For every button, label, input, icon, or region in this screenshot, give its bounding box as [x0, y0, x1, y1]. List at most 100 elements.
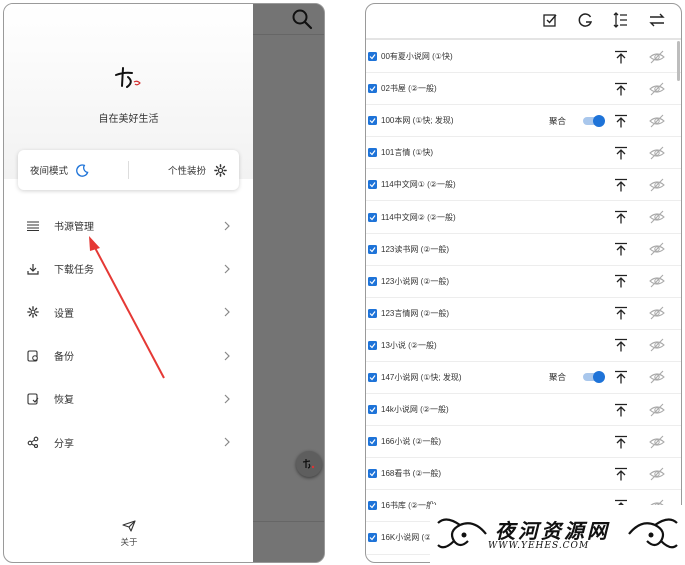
floating-logo-button[interactable]: [296, 451, 322, 477]
menu-item-restore[interactable]: 恢复: [4, 377, 253, 420]
source-row[interactable]: 00有夏小说网 (①快): [366, 41, 681, 74]
source-name: 166小说 (②一般): [381, 437, 442, 447]
source-row[interactable]: 114中文网① (②一般): [366, 169, 681, 202]
eye-off-icon[interactable]: [649, 337, 665, 353]
night-mode-toggle[interactable]: 夜间模式: [18, 150, 128, 190]
eye-off-icon[interactable]: [649, 369, 665, 385]
source-row[interactable]: 14k小说网 (②一般): [366, 394, 681, 427]
chevron-right-icon: [224, 394, 230, 404]
eye-off-icon[interactable]: [649, 241, 665, 257]
move-to-top-icon[interactable]: [614, 403, 628, 417]
source-name: 14k小说网 (②一般): [381, 405, 449, 415]
move-to-top-icon[interactable]: [614, 467, 628, 481]
g-icon[interactable]: [576, 11, 594, 29]
source-row[interactable]: 100本网 (①快; 发现) 聚合: [366, 105, 681, 138]
source-checkbox[interactable]: [368, 405, 377, 415]
eye-off-icon[interactable]: [649, 145, 665, 161]
source-row[interactable]: 168看书 (②一般): [366, 458, 681, 491]
source-row[interactable]: 123小说网 (②一般): [366, 266, 681, 298]
right-phone-screen: 00有夏小说网 (①快) 02书屋 (②一般) 100本网 (①快; 发现) 聚合 10…: [365, 3, 682, 563]
move-to-top-icon[interactable]: [614, 338, 628, 352]
source-checkbox[interactable]: [368, 437, 377, 447]
sort-icon[interactable]: [611, 11, 629, 29]
chevron-right-icon: [224, 264, 230, 274]
backup-icon: [26, 349, 40, 363]
source-checkbox[interactable]: [368, 52, 377, 62]
source-checkbox[interactable]: [368, 308, 377, 318]
eye-off-icon[interactable]: [649, 209, 665, 225]
source-row[interactable]: 123言情网 (②一般): [366, 298, 681, 330]
move-to-top-icon[interactable]: [614, 178, 628, 192]
move-to-top-icon[interactable]: [614, 210, 628, 224]
eye-off-icon[interactable]: [649, 402, 665, 418]
menu-item-source-management[interactable]: 书源管理: [4, 204, 253, 247]
about-button[interactable]: 关于: [112, 520, 146, 548]
move-to-top-icon[interactable]: [614, 50, 628, 64]
check-icon: [369, 310, 376, 317]
check-icon: [369, 375, 376, 381]
eye-off-icon[interactable]: [649, 466, 665, 482]
move-to-top-icon[interactable]: [614, 146, 628, 160]
drawer-slogan: 自在美好生活: [98, 114, 159, 125]
eye-off-icon[interactable]: [649, 113, 665, 129]
source-checkbox[interactable]: [368, 116, 377, 126]
source-row[interactable]: 166小说 (②一般): [366, 426, 681, 459]
source-checkbox[interactable]: [368, 533, 377, 543]
left-phone-screen: 自在美好生活 夜间模式 个性装扮 书源管理 下载任务 设置 备份 恢复 分享 关…: [3, 3, 325, 563]
check-icon: [369, 86, 376, 92]
move-to-top-icon[interactable]: [614, 306, 628, 320]
move-to-top-icon[interactable]: [614, 82, 628, 96]
navigation-drawer: 自在美好生活 夜间模式 个性装扮 书源管理 下载任务 设置 备份 恢复 分享 关…: [4, 4, 253, 562]
check-icon: [369, 54, 376, 60]
move-to-top-icon[interactable]: [614, 114, 628, 128]
eye-off-icon[interactable]: [649, 49, 665, 65]
move-to-top-icon[interactable]: [614, 274, 628, 288]
source-checkbox[interactable]: [368, 501, 377, 511]
eye-off-icon[interactable]: [649, 177, 665, 193]
move-to-top-icon[interactable]: [614, 435, 628, 449]
menu-item-settings[interactable]: 设置: [4, 291, 253, 334]
source-checkbox[interactable]: [368, 372, 377, 382]
eye-off-icon[interactable]: [649, 434, 665, 450]
scrollbar[interactable]: [677, 41, 680, 81]
search-icon[interactable]: [291, 8, 313, 30]
menu-item-share[interactable]: 分享: [4, 420, 253, 463]
source-row[interactable]: 123读书网 (②一般): [366, 234, 681, 266]
source-row[interactable]: 101言情 (①快): [366, 137, 681, 170]
check-icon: [369, 407, 376, 413]
background-app-overlay[interactable]: [253, 4, 324, 562]
menu-item-backup[interactable]: 备份: [4, 334, 253, 377]
source-checkbox[interactable]: [368, 469, 377, 479]
aggregate-toggle[interactable]: [583, 114, 605, 127]
swap-icon[interactable]: [648, 11, 666, 29]
check-icon: [369, 439, 376, 445]
source-name: 101言情 (①快): [381, 148, 434, 158]
chevron-right-icon: [224, 221, 230, 231]
eye-off-icon[interactable]: [649, 273, 665, 289]
menu-item-label: 书源管理: [54, 222, 94, 234]
move-to-top-icon[interactable]: [614, 242, 628, 256]
eye-off-icon[interactable]: [649, 81, 665, 97]
send-icon: [122, 520, 136, 532]
source-checkbox[interactable]: [368, 276, 377, 286]
source-checkbox[interactable]: [368, 84, 377, 94]
theme-button[interactable]: 个性装扮: [129, 150, 239, 190]
source-checkbox[interactable]: [368, 212, 377, 222]
source-name: 123言情网 (②一般): [381, 308, 450, 318]
source-row[interactable]: 13小说 (②一般): [366, 330, 681, 362]
aggregate-label: 聚合: [549, 115, 567, 126]
source-row[interactable]: 147小说网 (①快; 发现) 聚合: [366, 362, 681, 395]
move-to-top-icon[interactable]: [614, 370, 628, 384]
eye-off-icon[interactable]: [649, 305, 665, 321]
source-checkbox[interactable]: [368, 244, 377, 254]
menu-item-download-tasks[interactable]: 下载任务: [4, 247, 253, 290]
checkbox-edit-icon[interactable]: [541, 11, 559, 29]
source-row[interactable]: 02书屋 (②一般): [366, 73, 681, 106]
source-list: 00有夏小说网 (①快) 02书屋 (②一般) 100本网 (①快; 发现) 聚合 10…: [366, 41, 681, 555]
source-checkbox[interactable]: [368, 148, 377, 158]
source-checkbox[interactable]: [368, 180, 377, 190]
source-row[interactable]: 114中文网② (②一般): [366, 201, 681, 234]
source-name: 114中文网① (②一般): [381, 180, 456, 190]
source-checkbox[interactable]: [368, 340, 377, 350]
aggregate-toggle[interactable]: [583, 371, 605, 384]
